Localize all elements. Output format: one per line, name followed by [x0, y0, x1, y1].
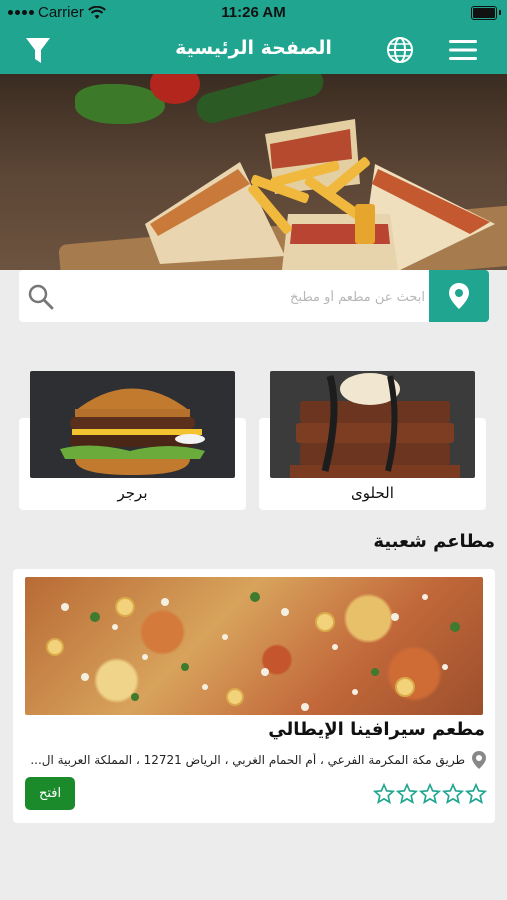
category-label: الحلوى — [351, 484, 394, 502]
dessert-image[interactable] — [270, 371, 475, 478]
address-pin-icon — [472, 751, 486, 769]
star-icon[interactable] — [465, 783, 487, 805]
section-title: مطاعم شعبية — [373, 531, 495, 552]
category-label: برجر — [117, 484, 148, 502]
star-icon[interactable] — [396, 783, 418, 805]
location-button[interactable] — [429, 270, 489, 322]
burger-image[interactable] — [30, 371, 235, 478]
search-button[interactable] — [27, 283, 55, 311]
restaurant-name: مطعم سيرافينا الإيطالي — [268, 719, 485, 740]
search-icon — [28, 284, 54, 310]
language-button[interactable] — [384, 34, 416, 66]
rating-stars — [373, 783, 487, 805]
globe-icon — [387, 37, 413, 63]
open-status-button[interactable]: افتح — [25, 777, 75, 810]
restaurant-image — [25, 577, 483, 715]
star-icon[interactable] — [373, 783, 395, 805]
star-icon[interactable] — [419, 783, 441, 805]
star-icon[interactable] — [442, 783, 464, 805]
battery-icon — [471, 6, 497, 20]
restaurant-address: طريق مكة المكرمة الفرعي ، أم الحمام الغر… — [30, 753, 465, 767]
menu-button[interactable] — [447, 34, 479, 66]
nav-bar: الصفحة الرئيسية — [0, 26, 507, 74]
search-bar — [19, 270, 489, 322]
search-input[interactable] — [67, 270, 427, 322]
hero-sandwich-illustration — [145, 119, 495, 270]
hero-banner-image — [0, 74, 507, 270]
battery-tip — [499, 10, 501, 15]
location-pin-icon — [449, 283, 469, 309]
menu-icon — [449, 40, 477, 60]
status-bar: Carrier 11:26 AM — [0, 0, 507, 26]
page-title: الصفحة الرئيسية — [175, 37, 332, 59]
restaurant-card[interactable]: مطعم سيرافينا الإيطالي طريق مكة المكرمة … — [13, 569, 495, 823]
status-time: 11:26 AM — [221, 4, 286, 21]
